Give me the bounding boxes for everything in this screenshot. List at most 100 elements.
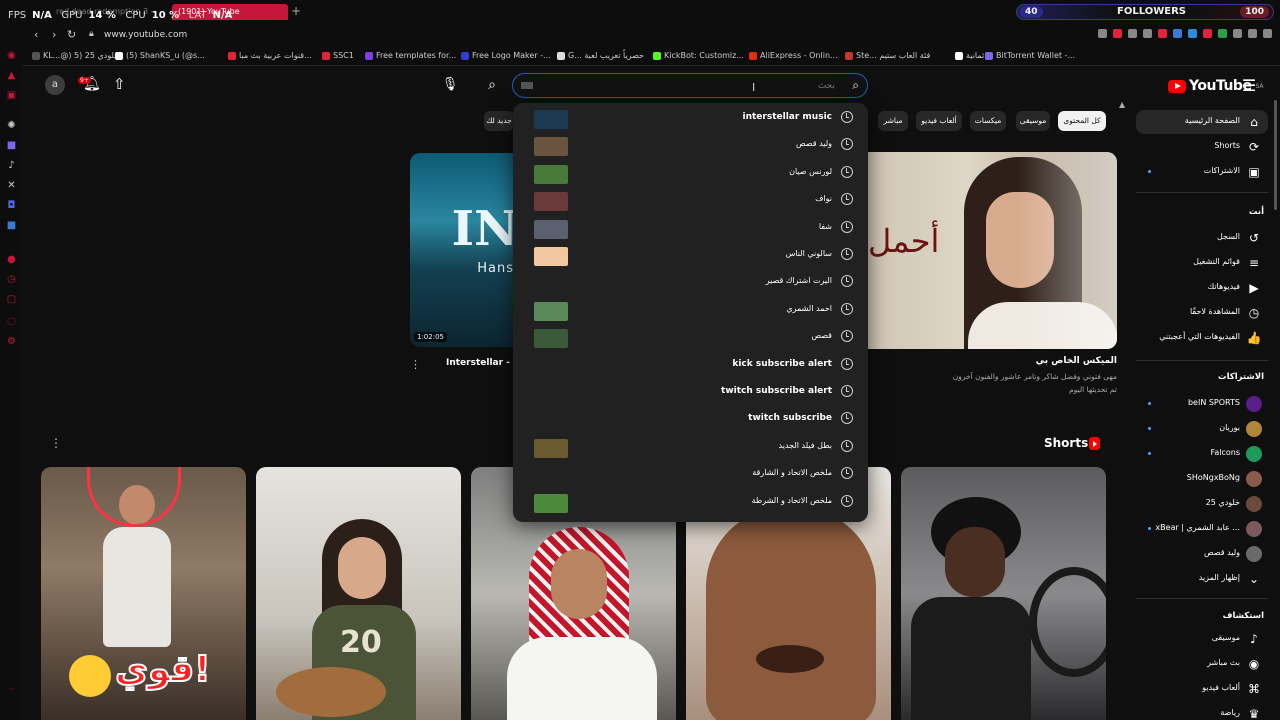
guide-item[interactable]: SHoNgxBoNg [1136, 467, 1268, 491]
extension-icon[interactable] [1218, 29, 1227, 38]
extension-icon[interactable] [1173, 29, 1182, 38]
sidebar-app-icon[interactable]: ● [6, 254, 17, 265]
suggestion-item[interactable]: سالوني الناس [513, 242, 868, 269]
forward-icon[interactable]: › [52, 28, 56, 41]
search-icon[interactable]: ⌕ [852, 78, 859, 93]
more-options-icon[interactable]: ⋮ [410, 358, 421, 371]
bookmark-item[interactable]: G... حصرياً تعريب لعبة [557, 51, 644, 60]
bookmark-item[interactable]: قنوات عربية بث مبا... [228, 51, 312, 60]
suggestion-item[interactable]: نواف [513, 187, 868, 214]
suggestion-item[interactable]: شفا [513, 215, 868, 242]
discord-icon[interactable]: ◘ [6, 200, 17, 211]
settings-icon[interactable]: ⚙ [6, 336, 17, 347]
short-thumbnail[interactable] [256, 467, 461, 720]
bookmark-item[interactable]: ثمانية [955, 51, 984, 60]
extension-icon[interactable] [1188, 29, 1197, 38]
heart-icon[interactable] [1158, 29, 1167, 38]
puzzle-icon[interactable] [1233, 29, 1242, 38]
upload-icon[interactable]: ⇧ [113, 75, 126, 93]
short-thumbnail[interactable]: قوي! [41, 467, 246, 720]
extension-icon[interactable] [1113, 29, 1122, 38]
guide-item[interactable]: المشاهدة لاحقًا ◷ [1136, 301, 1268, 325]
bookmark-item[interactable]: (5) ShanKS_u (@s... [115, 51, 205, 60]
suggestion-item[interactable]: ملخص الاتحاد و الشارقة [513, 461, 868, 488]
filter-chip[interactable]: ميكسات [970, 111, 1006, 131]
suggestion-item[interactable]: اليرت اشتراك قصير [513, 269, 868, 296]
tiktok-icon[interactable]: ♪ [6, 160, 17, 171]
suggestion-item[interactable]: kick subscribe alert [513, 352, 868, 379]
guide-item[interactable]: وليد قصص [1136, 542, 1268, 566]
filter-chip[interactable]: كل المحتوى [1058, 111, 1106, 131]
guide-item[interactable]: خلودي 25 [1136, 492, 1268, 516]
suggestion-item[interactable]: بطل فيلد الجديد [513, 434, 868, 461]
hamburger-menu-icon[interactable]: ☰ [1240, 76, 1258, 95]
sidebar-app-icon[interactable]: ▣ [6, 90, 17, 101]
bookmark-item[interactable]: AliExpress - Onlin... [749, 51, 838, 60]
guide-item[interactable]: بث مباشر ◉ [1136, 652, 1268, 676]
suggestion-item[interactable]: وليد قصص [513, 132, 868, 159]
guide-item[interactable]: الفيديوهات التي أعجبتني 👍 [1136, 326, 1268, 350]
bookmark-item[interactable]: KickBot: Customiz... [653, 51, 744, 60]
sidebar-app-icon[interactable]: ■ [6, 220, 17, 231]
short-thumbnail[interactable] [901, 467, 1106, 720]
suggestion-item[interactable]: قصص [513, 324, 868, 351]
guide-item[interactable]: الصفحة الرئيسية ⌂ [1136, 110, 1268, 134]
guide-section-subscriptions[interactable]: الاشتراكات [1218, 372, 1264, 382]
guide-item[interactable]: الاشتراكات ▣ [1136, 160, 1268, 184]
lock-icon[interactable]: 🔒︎ [89, 29, 94, 39]
suggestion-item[interactable]: twitch subscribe [513, 406, 868, 433]
suggestion-item[interactable]: twitch subscribe alert [513, 379, 868, 406]
video-thumbnail[interactable]: IN Hans 1:02:05 [410, 153, 514, 347]
bookmark-item[interactable]: BitTorrent Wallet -... [985, 51, 1075, 60]
new-tab-button[interactable]: + [291, 4, 301, 18]
chevron-up-icon[interactable]: ▲ [1119, 100, 1125, 109]
search-input[interactable] [521, 78, 841, 94]
extension-icon[interactable] [1098, 29, 1107, 38]
sidebar-app-icon[interactable]: ▲ [6, 70, 17, 81]
guide-item[interactable]: رياضة ♛ [1136, 702, 1268, 720]
video-title[interactable]: الميكس الخاص بي [1036, 356, 1117, 366]
suggestion-item[interactable]: لورنس صيان [513, 160, 868, 187]
clock-icon[interactable]: ◷ [6, 274, 17, 285]
guide-item[interactable]: موسيقى ♪ [1136, 627, 1268, 651]
extension-icon[interactable] [1203, 29, 1212, 38]
video-thumbnail[interactable]: أحمل [868, 152, 1117, 349]
sidebar-app-icon[interactable]: ■ [6, 140, 17, 151]
guide-item[interactable]: xBear | عابد الشمري ... [1136, 517, 1268, 541]
sidebar-app-icon[interactable]: ◌ [6, 316, 17, 327]
bookmark-item[interactable]: Free Logo Maker -... [461, 51, 551, 60]
guide-item[interactable]: فيديوهاتك ▶ [1136, 276, 1268, 300]
reload-icon[interactable]: ↻ [67, 28, 76, 41]
guide-scrollbar[interactable] [1274, 100, 1277, 210]
suggestion-item[interactable]: ملخص الاتحاد و الشرطة [513, 489, 868, 516]
more-icon[interactable]: ⋯ [6, 684, 17, 695]
x-icon[interactable]: ✕ [6, 180, 17, 191]
bookmark-item[interactable]: KL...@) خلودي 25 (5 [32, 51, 119, 60]
sidebar-app-icon[interactable]: ◉ [6, 50, 17, 61]
chatgpt-icon[interactable]: ✺ [6, 120, 17, 131]
filter-chip[interactable]: ألعاب فيديو [916, 111, 962, 131]
avatar[interactable]: a [45, 75, 65, 95]
guide-item[interactable]: السجل ↺ [1136, 226, 1268, 250]
guide-item[interactable]: Shorts ⟳ [1136, 135, 1268, 159]
bookmark-item[interactable]: Ste... فئة العاب ستيم [845, 51, 930, 60]
bookmark-item[interactable]: SSC1 [322, 51, 354, 60]
menu-dots-icon[interactable] [1263, 29, 1272, 38]
extension-icon[interactable] [1128, 29, 1137, 38]
guide-item[interactable]: قوائم التشغيل ≡ [1136, 251, 1268, 275]
filter-chip[interactable]: موسيقى [1016, 111, 1050, 131]
microphone-icon[interactable]: 🎙︎ [440, 75, 460, 95]
guide-section-explore[interactable]: استكشاف [1223, 611, 1264, 621]
guide-item[interactable]: ألعاب فيديو ⌘ [1136, 677, 1268, 701]
sidebar-app-icon[interactable]: ▢ [6, 294, 17, 305]
url-field[interactable]: www.youtube.com [104, 30, 187, 40]
download-icon[interactable] [1248, 29, 1257, 38]
video-title[interactable]: Interstellar - Ha [446, 358, 514, 368]
filter-chip[interactable]: جديد لك [484, 111, 514, 131]
suggestion-item[interactable]: interstellar music [513, 105, 868, 132]
guide-section-you[interactable]: أنت [1249, 207, 1264, 217]
suggestion-item[interactable]: احمد الشمري [513, 297, 868, 324]
guide-item[interactable]: بوريان [1136, 417, 1268, 441]
guide-item[interactable]: beIN SPORTS [1136, 392, 1268, 416]
extension-icon[interactable] [1143, 29, 1152, 38]
